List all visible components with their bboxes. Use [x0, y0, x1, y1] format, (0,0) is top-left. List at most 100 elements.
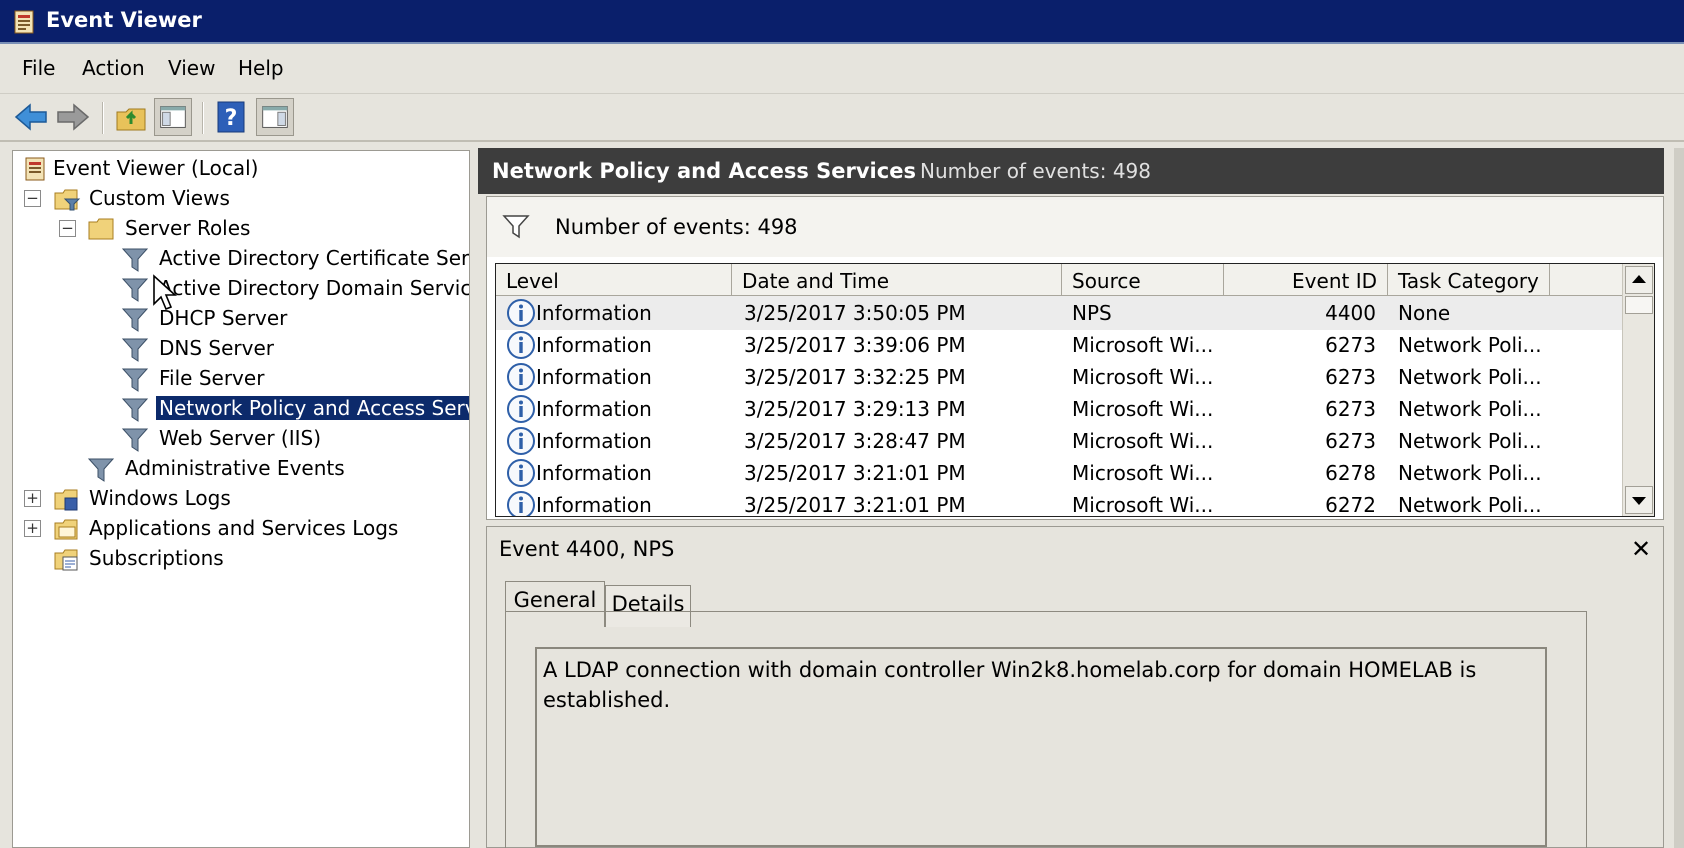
cell-event-id: 6273	[1325, 397, 1376, 421]
table-row[interactable]: Information 3/25/2017 3:29:13 PM Microsoft…	[496, 392, 1622, 426]
table-row[interactable]: Information 3/25/2017 3:32:25 PM Microsoft…	[496, 360, 1622, 394]
info-icon	[507, 491, 535, 516]
filter-funnel-icon	[121, 338, 149, 362]
expand-icon[interactable]: +	[24, 520, 41, 537]
collapse-icon[interactable]: −	[24, 190, 41, 207]
tree-item-app-services-logs[interactable]: + Applications and Services Logs	[13, 513, 453, 543]
cell-event-id: 6273	[1325, 429, 1376, 453]
tree-item-subscriptions[interactable]: Subscriptions	[13, 543, 453, 573]
scroll-thumb[interactable]	[1625, 296, 1653, 314]
cell-level: Information	[536, 461, 652, 485]
scroll-up-button[interactable]	[1625, 266, 1653, 294]
tree-item-role[interactable]: DHCP Server	[13, 303, 453, 333]
tree-item-role[interactable]: Active Directory Certificate Ser	[13, 243, 469, 273]
cell-level: Information	[536, 365, 652, 389]
cell-level: Information	[536, 333, 652, 357]
table-row[interactable]: Information 3/25/2017 3:21:01 PM Microsoft…	[496, 488, 1622, 517]
cell-date-time: 3/25/2017 3:39:06 PM	[744, 333, 966, 357]
cell-source: Microsoft Wi...	[1072, 333, 1214, 357]
info-icon	[507, 363, 535, 391]
event-description: A LDAP connection with domain controller…	[535, 647, 1547, 847]
tree-item-administrative-events[interactable]: Administrative Events	[13, 453, 453, 483]
actions-pane-edge	[1674, 148, 1684, 848]
column-task-category[interactable]: Task Category	[1388, 264, 1550, 296]
menu-file[interactable]: File	[22, 56, 55, 80]
column-level[interactable]: Level	[496, 264, 732, 296]
filter-bar: Number of events: 498	[487, 197, 1663, 257]
show-hide-tree-icon[interactable]	[154, 98, 192, 136]
menu-action[interactable]: Action	[82, 56, 145, 80]
scroll-down-arrow-icon	[1632, 497, 1646, 505]
close-icon[interactable]: ✕	[1631, 535, 1651, 563]
expand-icon[interactable]: +	[24, 490, 41, 507]
events-vertical-scrollbar[interactable]	[1622, 264, 1654, 516]
window-title: Event Viewer	[46, 8, 202, 32]
mouse-cursor-icon	[153, 274, 178, 311]
svg-text:?: ?	[225, 106, 238, 131]
tree-item-role-selected[interactable]: Network Policy and Access Serv	[13, 393, 469, 423]
column-event-id[interactable]: Event ID	[1224, 264, 1388, 296]
cell-task-category: Network Poli...	[1398, 429, 1542, 453]
column-date-time[interactable]: Date and Time	[732, 264, 1062, 296]
scroll-down-button[interactable]	[1625, 486, 1653, 514]
toolbar-separator	[202, 102, 204, 134]
content-pane: Network Policy and Access Services Numbe…	[478, 142, 1684, 848]
cell-task-category: Network Poli...	[1398, 365, 1542, 389]
event-viewer-icon	[25, 157, 45, 181]
table-row[interactable]: Information 3/25/2017 3:28:47 PM Microsoft…	[496, 424, 1622, 458]
custom-views-folder-icon	[54, 189, 81, 211]
cell-event-id: 6272	[1325, 493, 1376, 517]
cell-date-time: 3/25/2017 3:50:05 PM	[744, 301, 966, 325]
cell-level: Information	[536, 301, 652, 325]
tree-item-root[interactable]: Event Viewer (Local)	[13, 153, 453, 183]
event-detail-title: Event 4400, NPS	[499, 537, 675, 561]
tree-item-role[interactable]: DNS Server	[13, 333, 453, 363]
tree-item-role[interactable]: Web Server (IIS)	[13, 423, 453, 453]
cell-task-category: Network Poli...	[1398, 493, 1542, 517]
column-source[interactable]: Source	[1062, 264, 1224, 296]
tree-item-windows-logs[interactable]: + Windows Logs	[13, 483, 453, 513]
cell-source: Microsoft Wi...	[1072, 461, 1214, 485]
events-grid: Level Date and Time Source Event ID Task…	[495, 263, 1655, 517]
toolbar-separator	[102, 102, 104, 134]
info-icon	[507, 331, 535, 359]
up-folder-icon[interactable]	[112, 98, 150, 136]
cell-source: Microsoft Wi...	[1072, 493, 1214, 517]
cell-task-category: Network Poli...	[1398, 461, 1542, 485]
event-detail-panel: Event 4400, NPS ✕ General Details A LDAP…	[486, 526, 1664, 848]
collapse-icon[interactable]: −	[59, 220, 76, 237]
filter-funnel-icon	[121, 368, 149, 392]
filter-funnel-icon	[121, 398, 149, 422]
tree-item-role[interactable]: Active Directory Domain Servic	[13, 273, 469, 303]
tree-label: DNS Server	[159, 336, 274, 360]
table-row[interactable]: Information 3/25/2017 3:39:06 PM Microsoft…	[496, 328, 1622, 362]
tree-label: Subscriptions	[89, 546, 224, 570]
tree-item-custom-views[interactable]: − Custom Views	[13, 183, 453, 213]
tree-item-server-roles[interactable]: − Server Roles	[13, 213, 453, 243]
table-row[interactable]: Information 3/25/2017 3:50:05 PM NPS 4400 No…	[496, 296, 1622, 330]
filter-funnel-icon	[121, 248, 149, 272]
content-title: Network Policy and Access Services	[492, 159, 916, 183]
help-icon[interactable]: ?	[212, 98, 250, 136]
tree-item-role[interactable]: File Server	[13, 363, 453, 393]
cell-date-time: 3/25/2017 3:29:13 PM	[744, 397, 966, 421]
forward-icon[interactable]	[54, 98, 92, 136]
tree-label: Active Directory Domain Servic	[159, 276, 470, 300]
cell-event-id: 6273	[1325, 333, 1376, 357]
events-panel: Number of events: 498 Level Date and Tim…	[486, 196, 1664, 520]
table-row[interactable]: Information 3/25/2017 3:21:01 PM Microsoft…	[496, 456, 1622, 490]
menu-view[interactable]: View	[168, 56, 215, 80]
info-icon	[507, 427, 535, 455]
show-hide-action-pane-icon[interactable]	[256, 98, 294, 136]
content-event-count: Number of events: 498	[920, 159, 1151, 183]
navigation-pane: Event Viewer (Local) − Custom Views − Se…	[0, 142, 478, 848]
menu-help[interactable]: Help	[238, 56, 284, 80]
cell-level: Information	[536, 397, 652, 421]
cell-date-time: 3/25/2017 3:32:25 PM	[744, 365, 966, 389]
tree-label: Windows Logs	[89, 486, 231, 510]
cell-event-id: 6278	[1325, 461, 1376, 485]
info-icon	[507, 459, 535, 487]
back-icon[interactable]	[12, 98, 50, 136]
tree-label: Applications and Services Logs	[89, 516, 399, 540]
tree-label: Server Roles	[125, 216, 251, 240]
